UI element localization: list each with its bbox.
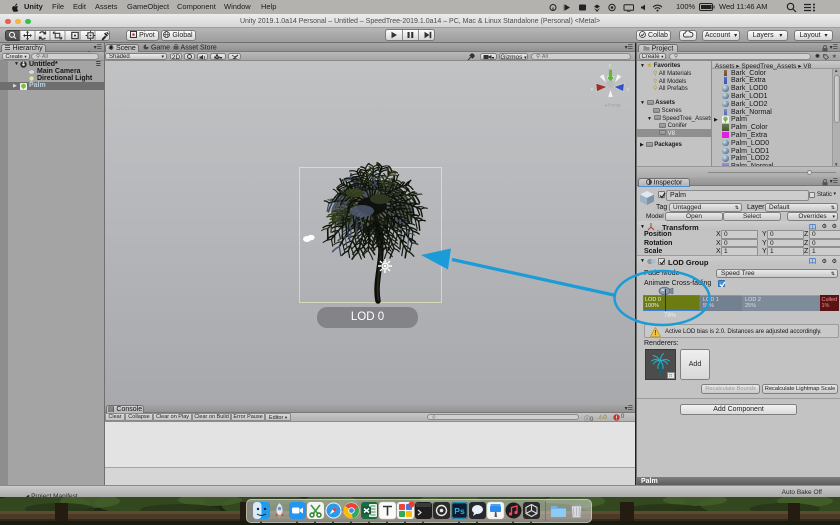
svg-text:Ps: Ps bbox=[454, 506, 465, 516]
